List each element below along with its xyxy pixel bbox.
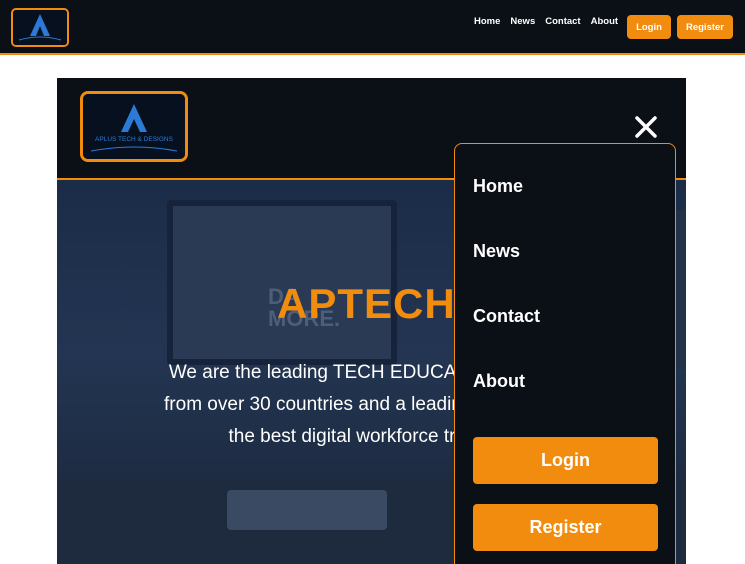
mobile-site-logo[interactable]: APLUS TECH & DESIGNS [80, 91, 188, 162]
top-nav-news[interactable]: News [510, 16, 535, 27]
top-register-button[interactable]: Register [677, 15, 733, 39]
menu-item-contact[interactable]: Contact [473, 306, 540, 327]
logo-text: APLUS TECH & DESIGNS [95, 136, 174, 143]
hero-keyboard-image [227, 490, 387, 530]
top-navbar: Home News Contact About Login Register [0, 0, 745, 55]
top-nav-home[interactable]: Home [474, 16, 500, 27]
menu-item-news[interactable]: News [473, 241, 520, 262]
menu-login-button[interactable]: Login [473, 437, 658, 484]
mobile-dropdown-menu: Home News Contact About Login Register [454, 143, 676, 564]
triangle-a-logo-icon: APLUS TECH & DESIGNS [83, 94, 185, 159]
top-nav-about[interactable]: About [591, 16, 618, 27]
close-icon[interactable] [632, 113, 660, 141]
triangle-a-logo-icon [13, 10, 67, 45]
top-login-button[interactable]: Login [627, 15, 671, 39]
menu-item-home[interactable]: Home [473, 176, 523, 197]
menu-item-about[interactable]: About [473, 371, 525, 392]
site-logo[interactable] [11, 8, 69, 47]
hero-title: APTECH [277, 280, 456, 327]
menu-register-button[interactable]: Register [473, 504, 658, 551]
mobile-preview-frame: APLUS TECH & DESIGNS DA MORE. APTECH We … [57, 78, 686, 564]
top-nav-links: Home News Contact About [474, 16, 618, 27]
top-nav-contact[interactable]: Contact [545, 16, 580, 27]
